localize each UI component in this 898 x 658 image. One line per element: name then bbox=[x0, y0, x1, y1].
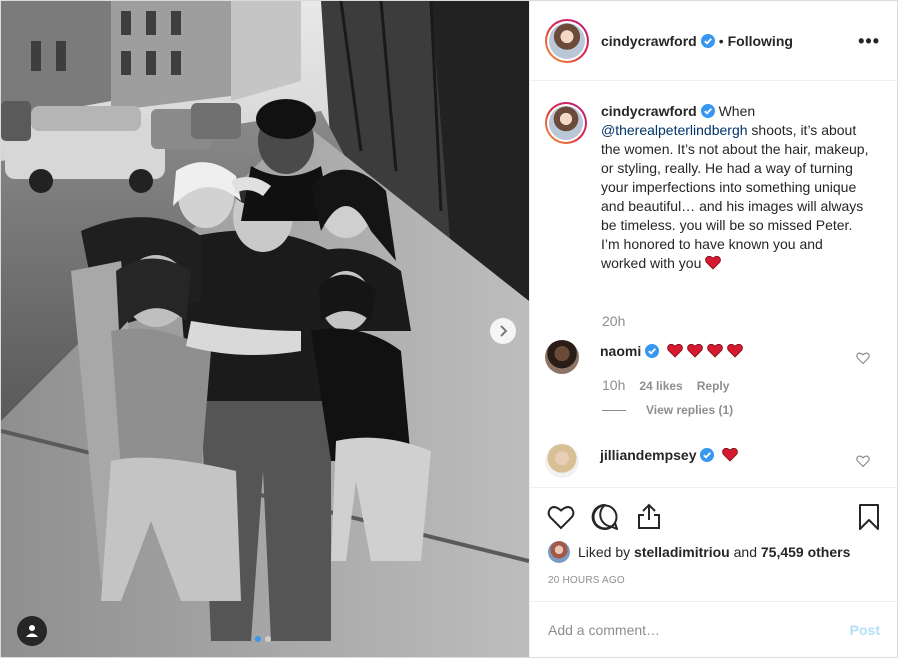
caption-mention-link[interactable]: @therealpeterlindbergh bbox=[601, 122, 748, 138]
commenter-avatar[interactable] bbox=[545, 444, 579, 478]
liked-by-summary: Liked by stelladimitriou and 75,459 othe… bbox=[548, 541, 850, 563]
avatar-image bbox=[549, 22, 585, 59]
red-heart-emoji-icon bbox=[667, 343, 683, 358]
bookmark-save-icon[interactable] bbox=[857, 503, 881, 531]
caption-text-after: shoots, it’s about the women. It’s not a… bbox=[601, 122, 869, 271]
red-heart-emoji-icon bbox=[707, 343, 723, 358]
carousel-dot-1 bbox=[255, 636, 261, 642]
commenter-avatar[interactable] bbox=[545, 340, 579, 374]
comment-meta: 10h 24 likes Reply bbox=[602, 377, 729, 393]
carousel-indicator bbox=[255, 636, 271, 642]
share-upload-icon[interactable] bbox=[636, 502, 662, 530]
post-details-panel: cindycrawford • Following ••• cindycrawf… bbox=[529, 1, 898, 657]
like-heart-icon[interactable] bbox=[547, 504, 575, 530]
post-comment-button[interactable]: Post bbox=[850, 622, 880, 638]
comment-item: naomi bbox=[545, 340, 885, 374]
caption-text: cindycrawford When @therealpeterlindberg… bbox=[601, 102, 871, 273]
photo-scene bbox=[1, 1, 529, 657]
caption-author-avatar[interactable] bbox=[545, 102, 587, 144]
post-timestamp[interactable]: 20 HOURS AGO bbox=[548, 575, 625, 586]
comment-body: jilliandempsey bbox=[600, 446, 739, 478]
red-heart-emoji-icon bbox=[722, 447, 739, 462]
instagram-post: cindycrawford • Following ••• cindycrawf… bbox=[0, 0, 898, 658]
next-slide-button[interactable] bbox=[490, 318, 516, 344]
user-icon bbox=[26, 625, 38, 637]
post-photo[interactable] bbox=[1, 1, 529, 657]
post-caption: cindycrawford When @therealpeterlindberg… bbox=[545, 102, 885, 273]
liked-by-middle: and bbox=[733, 544, 757, 560]
add-comment-bar: Post bbox=[530, 601, 898, 657]
post-actions: Liked by stelladimitriou and 75,459 othe… bbox=[530, 487, 898, 603]
caption-time[interactable]: 20h bbox=[602, 313, 625, 329]
red-heart-emoji-icon bbox=[687, 343, 703, 358]
more-options-icon[interactable]: ••• bbox=[858, 31, 880, 52]
liked-by-prefix: Liked by bbox=[578, 544, 631, 560]
tagged-users-button[interactable] bbox=[17, 616, 47, 646]
comment-hearts bbox=[667, 343, 743, 359]
comment-body: naomi bbox=[600, 342, 743, 374]
carousel-dot-2 bbox=[265, 636, 271, 642]
comment-likes-count[interactable]: 24 likes bbox=[639, 379, 682, 393]
comment-bubble-icon[interactable] bbox=[591, 503, 619, 531]
verified-badge-icon bbox=[700, 33, 715, 48]
author-username[interactable]: cindycrawford bbox=[601, 33, 697, 49]
add-comment-input[interactable] bbox=[548, 621, 850, 638]
verified-badge-icon bbox=[700, 448, 715, 462]
red-heart-emoji-icon bbox=[726, 343, 743, 358]
liked-by-user[interactable]: stelladimitriou bbox=[634, 544, 730, 560]
following-button[interactable]: Following bbox=[728, 33, 793, 49]
post-header: cindycrawford • Following ••• bbox=[530, 1, 898, 81]
comment-item: jilliandempsey bbox=[545, 444, 885, 478]
liker-avatar[interactable] bbox=[548, 541, 570, 563]
comment-time[interactable]: 10h bbox=[602, 377, 625, 393]
comment-like-heart-icon[interactable] bbox=[856, 351, 870, 365]
caption-username[interactable]: cindycrawford bbox=[601, 103, 697, 119]
view-replies-label: View replies (1) bbox=[646, 403, 734, 417]
caption-text-before: When bbox=[718, 103, 756, 119]
author-avatar[interactable] bbox=[545, 18, 589, 63]
commenter-username[interactable]: jilliandempsey bbox=[600, 447, 696, 463]
liked-by-others[interactable]: 75,459 others bbox=[761, 544, 851, 560]
comment-like-heart-icon[interactable] bbox=[856, 454, 870, 468]
red-heart-emoji-icon bbox=[705, 255, 722, 270]
replies-divider bbox=[602, 409, 626, 411]
commenter-username[interactable]: naomi bbox=[600, 343, 641, 359]
verified-badge-icon bbox=[645, 344, 660, 358]
header-separator: • bbox=[718, 32, 724, 49]
comment-reply-button[interactable]: Reply bbox=[697, 379, 730, 393]
verified-badge-icon bbox=[700, 104, 715, 118]
view-replies-button[interactable]: View replies (1) bbox=[602, 403, 733, 417]
comments-list[interactable]: cindycrawford When @therealpeterlindberg… bbox=[530, 82, 898, 487]
chevron-right-icon bbox=[500, 325, 508, 337]
avatar-image bbox=[549, 106, 583, 140]
